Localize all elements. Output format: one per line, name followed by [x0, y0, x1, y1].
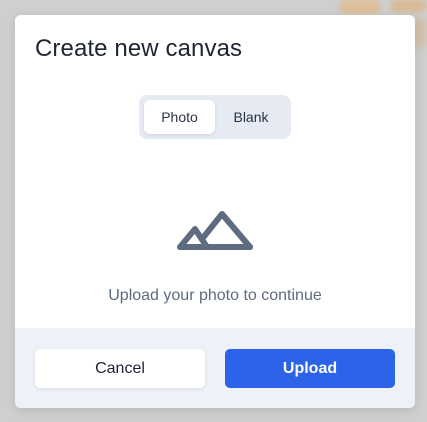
tab-photo[interactable]: Photo	[144, 100, 215, 134]
dialog-title: Create new canvas	[35, 35, 243, 62]
create-canvas-dialog: Create new canvas Photo Blank Upload you…	[15, 15, 415, 408]
upload-button[interactable]: Upload	[225, 349, 395, 388]
tab-blank[interactable]: Blank	[215, 100, 287, 134]
dialog-footer: Cancel Upload	[15, 328, 415, 408]
background-blur	[340, 0, 380, 14]
canvas-type-toggle: Photo Blank	[139, 95, 291, 139]
mountains-icon	[177, 211, 253, 250]
background-blur	[390, 0, 427, 12]
upload-hint: Upload your photo to continue	[108, 287, 322, 304]
cancel-button[interactable]: Cancel	[35, 349, 205, 388]
